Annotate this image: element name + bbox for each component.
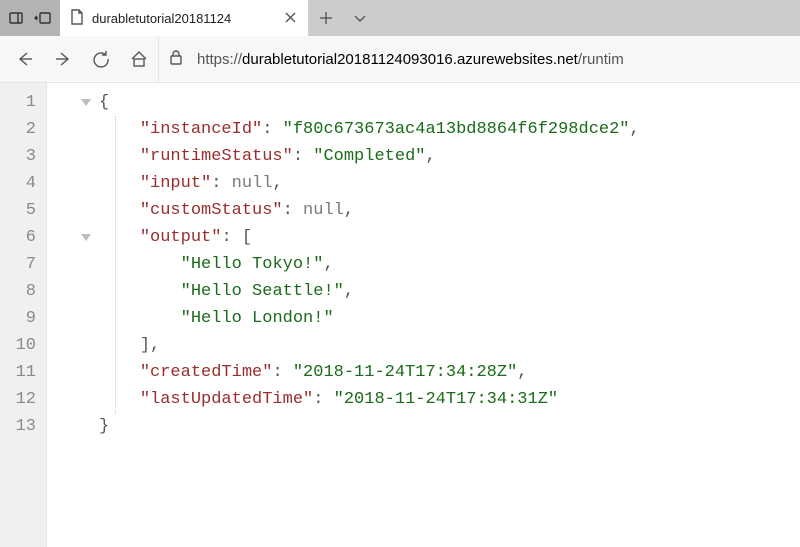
line-number: 4 [0, 170, 46, 197]
url-path: /runtim [578, 51, 624, 68]
json-line: "lastUpdatedTime": "2018-11-24T17:34:31Z… [47, 386, 800, 413]
refresh-button[interactable] [82, 36, 120, 82]
fold-toggle-icon[interactable] [81, 99, 91, 106]
url-field[interactable]: https://durabletutorial20181124093016.az… [158, 36, 794, 82]
tab-aside-icon[interactable] [8, 10, 24, 26]
json-line: "Hello London!" [47, 305, 800, 332]
json-line: "instanceId": "f80c673673ac4a13bd8864f6f… [47, 116, 800, 143]
json-line: "Hello Tokyo!", [47, 251, 800, 278]
line-number: 6 [0, 224, 46, 251]
address-bar: https://durabletutorial20181124093016.az… [0, 36, 800, 83]
url-host: durabletutorial20181124093016.azurewebsi… [242, 51, 578, 68]
titlebar: durabletutorial20181124 [0, 0, 800, 36]
page-icon [70, 9, 84, 28]
tab-actions [309, 0, 377, 36]
json-line: "input": null, [47, 170, 800, 197]
line-number: 12 [0, 386, 46, 413]
line-number-gutter: 12345678910111213 [0, 83, 47, 547]
line-number: 13 [0, 413, 46, 440]
url-scheme: https:// [197, 51, 242, 68]
json-line: "customStatus": null, [47, 197, 800, 224]
line-number: 5 [0, 197, 46, 224]
indent-guide [115, 116, 116, 414]
home-button[interactable] [120, 36, 158, 82]
forward-button[interactable] [44, 36, 82, 82]
json-line: } [47, 413, 800, 440]
new-tab-button[interactable] [309, 0, 343, 36]
json-line: "runtimeStatus": "Completed", [47, 143, 800, 170]
line-number: 3 [0, 143, 46, 170]
line-number: 2 [0, 116, 46, 143]
line-number: 7 [0, 251, 46, 278]
browser-window: durabletutorial20181124 [0, 0, 800, 547]
tab-title: durabletutorial20181124 [92, 11, 273, 26]
json-line: "createdTime": "2018-11-24T17:34:28Z", [47, 359, 800, 386]
line-number: 1 [0, 89, 46, 116]
tabs-set-aside-icon[interactable] [34, 10, 52, 26]
tab-tools [0, 0, 60, 36]
json-line: ], [47, 332, 800, 359]
json-line: "output": [ [47, 224, 800, 251]
line-number: 11 [0, 359, 46, 386]
back-button[interactable] [6, 36, 44, 82]
close-tab-button[interactable] [281, 7, 300, 30]
json-line: "Hello Seattle!", [47, 278, 800, 305]
url-text: https://durabletutorial20181124093016.az… [197, 51, 624, 68]
json-viewer: 12345678910111213 { "instanceId": "f80c6… [0, 83, 800, 547]
json-line: { [47, 89, 800, 116]
line-number: 8 [0, 278, 46, 305]
browser-tab[interactable]: durabletutorial20181124 [60, 0, 309, 36]
json-content: { "instanceId": "f80c673673ac4a13bd8864f… [47, 83, 800, 547]
lock-icon [169, 49, 183, 69]
tab-preview-button[interactable] [343, 0, 377, 36]
fold-toggle-icon[interactable] [81, 234, 91, 241]
line-number: 9 [0, 305, 46, 332]
line-number: 10 [0, 332, 46, 359]
